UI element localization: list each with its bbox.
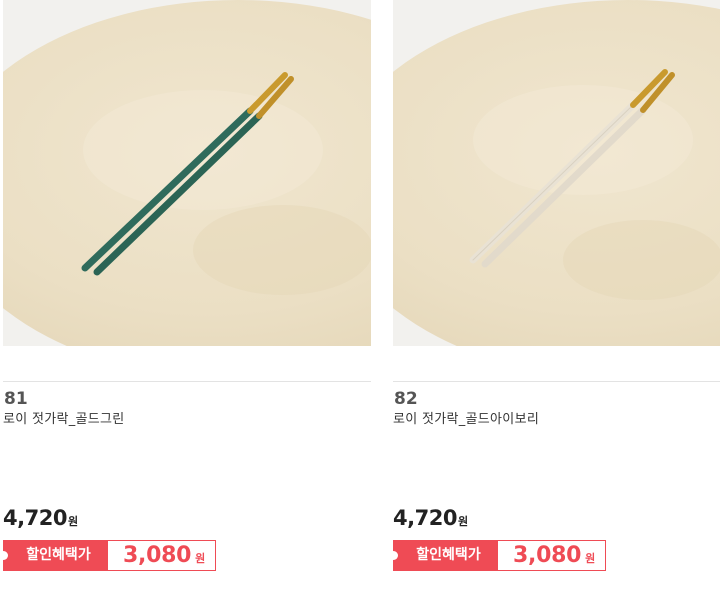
divider (3, 381, 371, 382)
discount-price-unit: 원 (585, 552, 596, 565)
tag-dot-icon (389, 551, 398, 560)
price-unit: 원 (457, 515, 469, 528)
original-price: 4,720원 (3, 505, 78, 535)
original-price: 4,720원 (393, 505, 468, 535)
rank-number: 82 (394, 389, 418, 409)
discount-price-value: 3,080 (123, 543, 192, 568)
rank-number: 81 (4, 389, 28, 409)
price-unit: 원 (67, 515, 79, 528)
product-card[interactable]: 81 로이 젓가락_골드그린 4,720원 할인혜택가 3,080 원 (0, 0, 373, 591)
product-name[interactable]: 로이 젓가락_골드아이보리 (393, 411, 539, 429)
discount-price-unit: 원 (195, 552, 206, 565)
discount-label: 할인혜택가 (0, 540, 108, 571)
discount-label: 할인혜택가 (389, 540, 498, 571)
discount-price-value: 3,080 (513, 543, 582, 568)
discount-price: 3,080 원 (108, 540, 217, 571)
discount-price: 3,080 원 (498, 540, 607, 571)
discount-label-text: 할인혜택가 (416, 547, 481, 563)
product-grid: 81 로이 젓가락_골드그린 4,720원 할인혜택가 3,080 원 82 로… (0, 0, 720, 591)
product-name[interactable]: 로이 젓가락_골드그린 (3, 411, 125, 429)
product-image[interactable] (3, 0, 371, 346)
price-value: 4,720 (393, 506, 457, 530)
discount-price-box: 할인혜택가 3,080 원 (0, 540, 217, 571)
product-image[interactable] (393, 0, 720, 346)
tag-dot-icon (0, 551, 8, 560)
discount-price-box: 할인혜택가 3,080 원 (389, 540, 607, 571)
price-value: 4,720 (3, 506, 67, 530)
divider (393, 381, 720, 382)
product-card[interactable]: 82 로이 젓가락_골드아이보리 4,720원 할인혜택가 3,080 원 (389, 0, 720, 591)
discount-label-text: 할인혜택가 (26, 547, 91, 563)
